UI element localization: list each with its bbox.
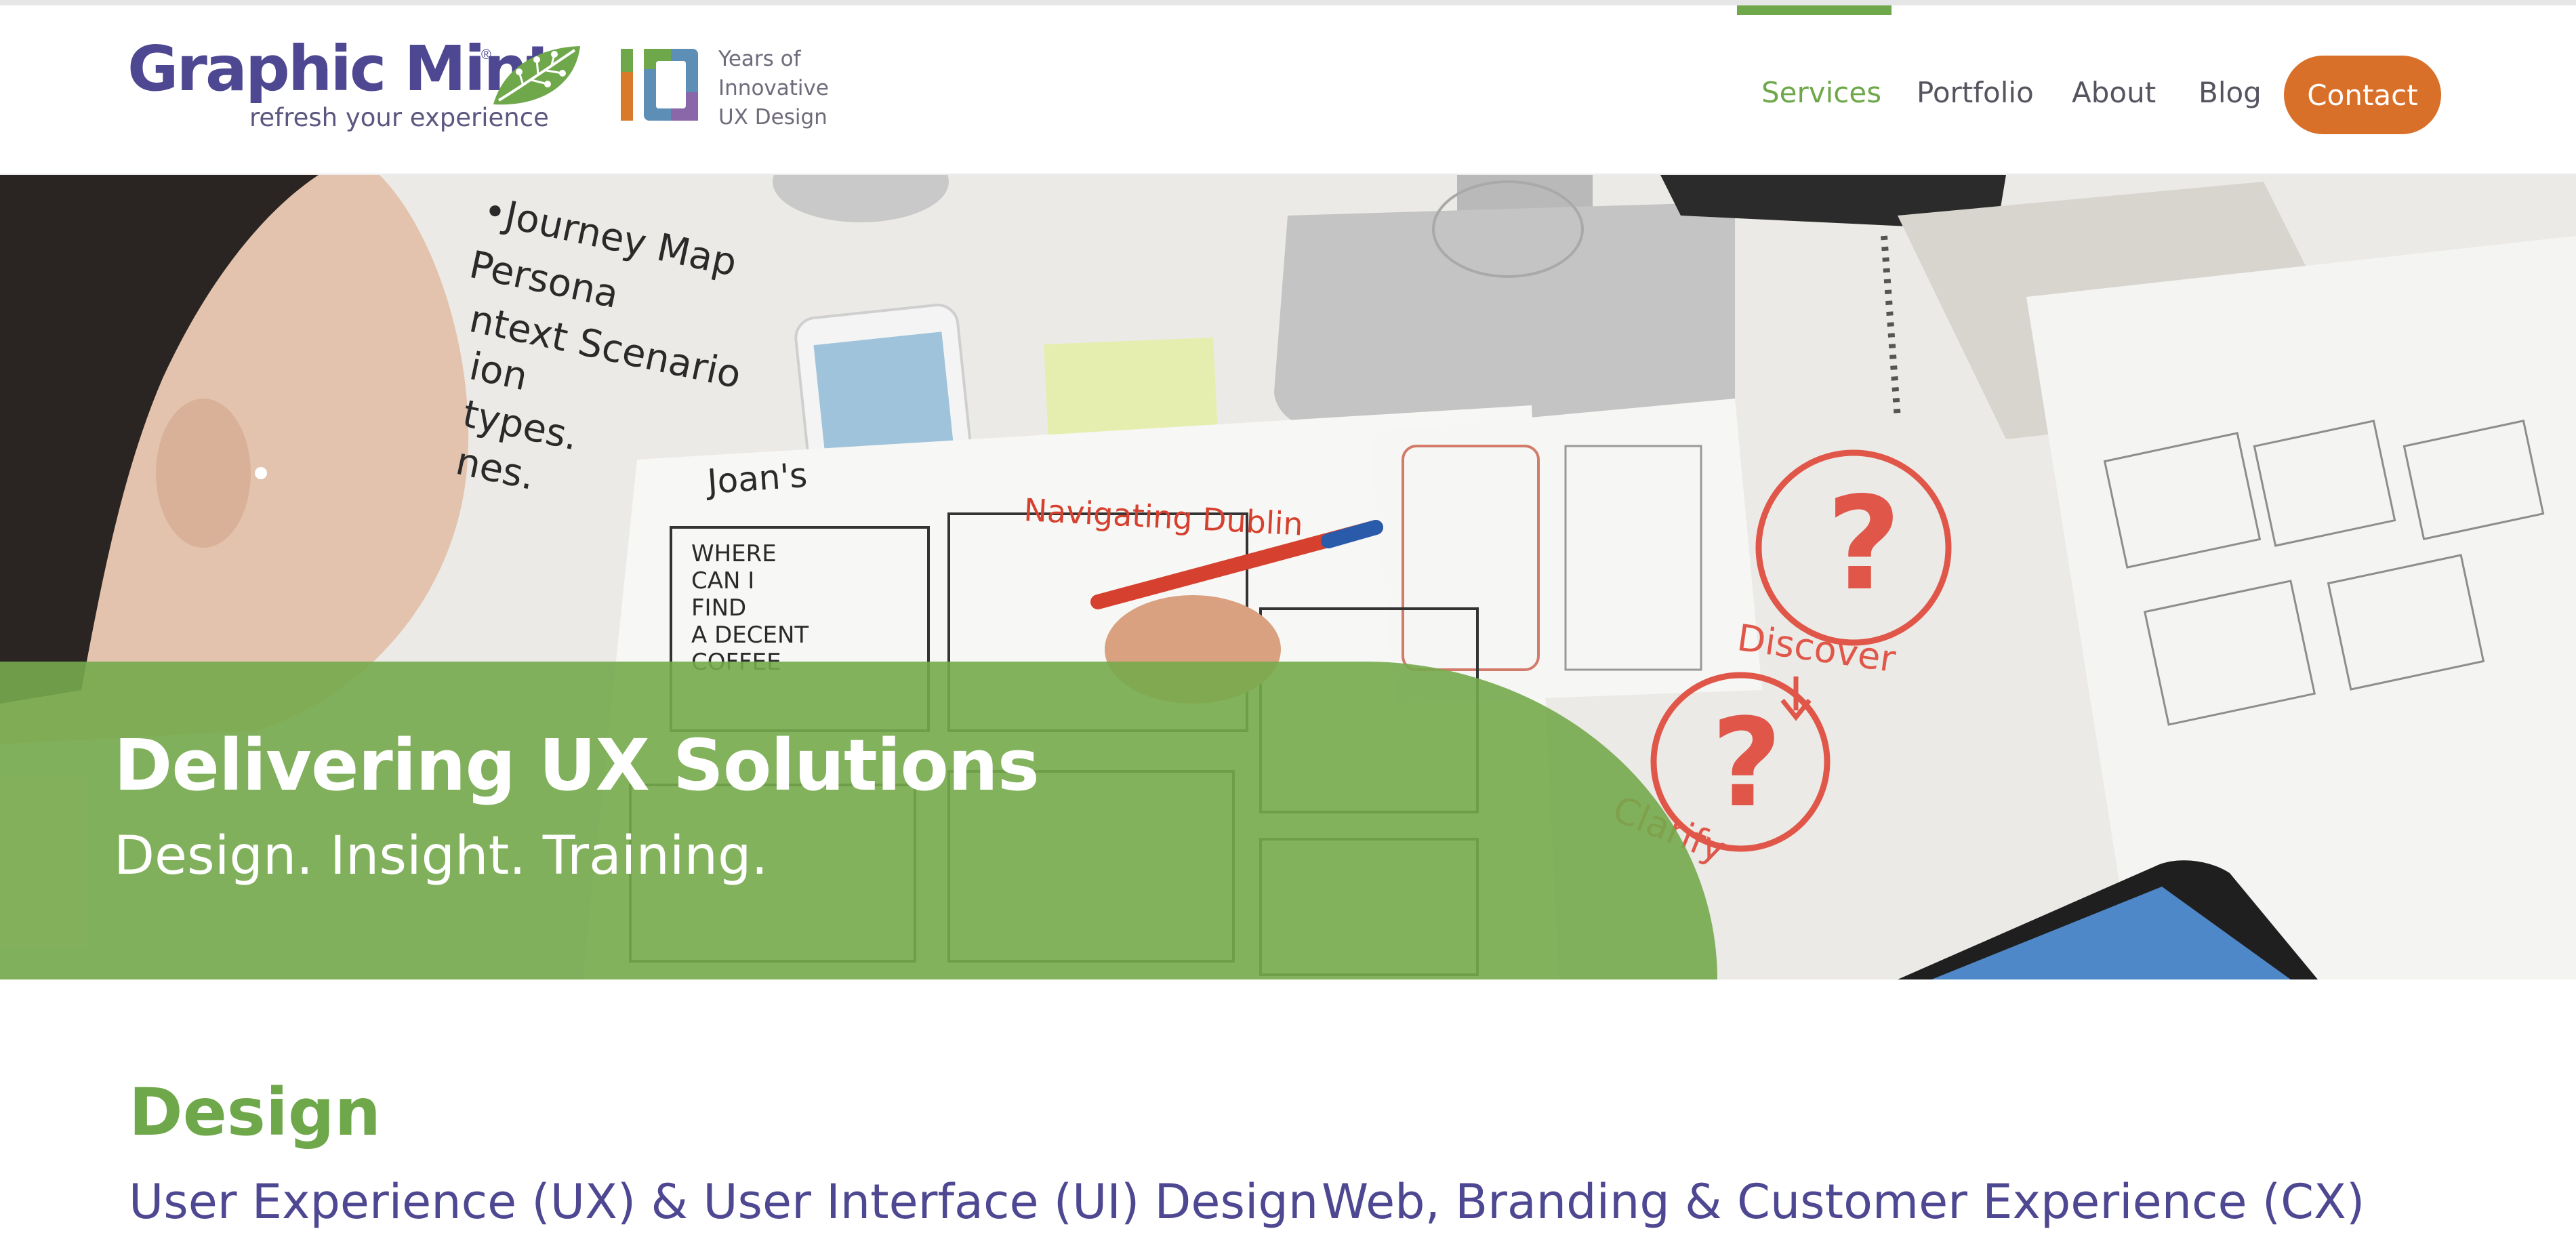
years-line-3: UX Design: [718, 105, 827, 129]
hero-green-band: [0, 662, 1717, 979]
sketch-note-where: WHERE: [691, 540, 777, 567]
nav-services[interactable]: Services: [1761, 76, 1881, 109]
nav-blog[interactable]: Blog: [2199, 76, 2262, 109]
section-title-design: Design: [129, 1074, 381, 1150]
nav-about[interactable]: About: [2072, 76, 2156, 109]
web-branding-cx-heading[interactable]: Web, Branding & Customer Experience (CX): [1322, 1174, 2365, 1230]
sketch-note-can-i: CAN I: [691, 567, 754, 594]
years-line-1: Years of: [718, 47, 801, 71]
graphic-mint-logo[interactable]: Graphic Mint ® refresh your experience: [127, 38, 580, 140]
mint-leaf-icon: [493, 46, 580, 105]
svg-text:?: ?: [1711, 693, 1782, 834]
ten-years-text: Years of Innovative UX Design: [718, 45, 829, 132]
sketch-note-a-decent: A DECENT: [691, 622, 809, 649]
hero-banner: ? Discover ? Clarify •Journey Map Person…: [0, 175, 2576, 979]
years-line-2: Innovative: [718, 76, 829, 100]
svg-text:?: ?: [1826, 469, 1901, 619]
nav-portfolio[interactable]: Portfolio: [1917, 76, 2034, 109]
hero-title: Delivering UX Solutions: [114, 724, 1040, 807]
ux-ui-design-heading[interactable]: User Experience (UX) & User Interface (U…: [129, 1174, 1318, 1230]
active-nav-indicator: [1737, 5, 1892, 15]
sketch-note-joans: Joan's: [704, 456, 809, 502]
ten-years-badge: Years of Innovative UX Design: [617, 45, 840, 133]
contact-button[interactable]: Contact: [2284, 56, 2441, 134]
ten-years-number-graphic: [621, 49, 698, 121]
site-header: Graphic Mint ® refresh your experience Y…: [0, 5, 2576, 175]
hero-subtitle: Design. Insight. Training.: [114, 826, 769, 887]
logo-tagline: refresh your experience: [249, 103, 549, 132]
sketch-note-find: FIND: [691, 594, 746, 622]
top-border: [0, 0, 2576, 5]
